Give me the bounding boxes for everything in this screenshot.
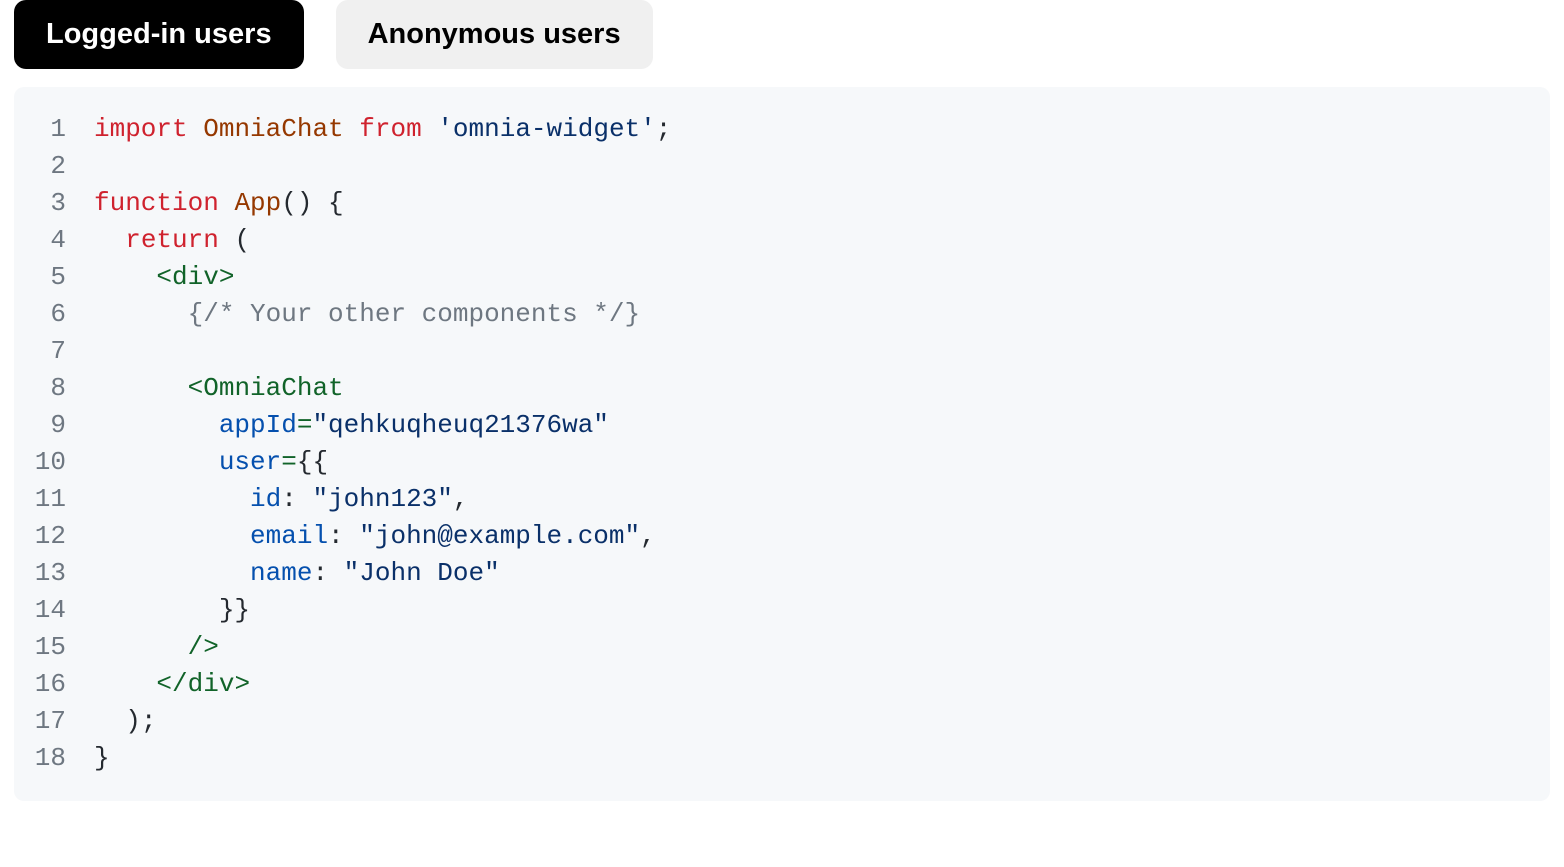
colon: : [281,484,312,514]
line-number: 18 [14,740,94,777]
equals: = [297,410,313,440]
indent [94,225,125,255]
code-line: 5 <div> [14,259,1550,296]
string-literal: "john123" [312,484,452,514]
string-literal: "John Doe" [344,558,500,588]
indent [94,373,188,403]
comma: , [453,484,469,514]
string-literal: "john@example.com" [359,521,640,551]
code-line: 6 {/* Your other components */} [14,296,1550,333]
indent [94,595,219,625]
function-name: App [234,188,281,218]
line-number: 16 [14,666,94,703]
colon: : [328,521,359,551]
code-line: 16 </div> [14,666,1550,703]
code-line: 14 }} [14,592,1550,629]
indent [94,558,250,588]
tab-anonymous-users[interactable]: Anonymous users [336,0,653,69]
punct: () { [281,188,343,218]
code-line: 9 appId="qehkuqheuq21376wa" [14,407,1550,444]
attr-name: appId [219,410,297,440]
line-number: 6 [14,296,94,333]
code-line: 13 name: "John Doe" [14,555,1550,592]
tag-close: /> [188,632,219,662]
line-number: 9 [14,407,94,444]
equals: = [281,447,297,477]
braces: }} [219,595,250,625]
braces: {{ [297,447,328,477]
component-name: OmniaChat [203,373,343,403]
tag-name: div [188,669,235,699]
string-literal: "qehkuqheuq21376wa" [312,410,608,440]
indent [94,484,250,514]
keyword-from: from [359,114,421,144]
line-number: 17 [14,703,94,740]
line-number: 8 [14,370,94,407]
colon: : [312,558,343,588]
tag-open: < [188,373,204,403]
line-number: 3 [14,185,94,222]
prop-key: name [250,558,312,588]
line-number: 7 [14,333,94,370]
code-line: 15 /> [14,629,1550,666]
punct: ; [656,114,672,144]
code-line: 18 } [14,740,1550,777]
punct: ( [219,225,250,255]
code-block: 1 import OmniaChat from 'omnia-widget'; … [14,87,1550,801]
code-line: 4 return ( [14,222,1550,259]
line-number: 10 [14,444,94,481]
indent [94,669,156,699]
indent [94,262,156,292]
code-line: 7 [14,333,1550,370]
line-number: 5 [14,259,94,296]
comma: , [640,521,656,551]
code-line: 2 [14,148,1550,185]
tag-close: > [234,669,250,699]
line-number: 1 [14,111,94,148]
indent [94,410,219,440]
tabs-row: Logged-in users Anonymous users [0,0,1564,69]
attr-name: user [219,447,281,477]
indent [94,447,219,477]
tag-open: < [156,262,172,292]
line-number: 15 [14,629,94,666]
comment: {/* Your other components */} [188,299,640,329]
keyword-import: import [94,114,188,144]
code-line: 8 <OmniaChat [14,370,1550,407]
keyword-return: return [125,225,219,255]
code-line: 12 email: "john@example.com", [14,518,1550,555]
code-line: 11 id: "john123", [14,481,1550,518]
identifier: OmniaChat [203,114,343,144]
indent [94,521,250,551]
indent [94,299,188,329]
line-number: 4 [14,222,94,259]
line-number: 14 [14,592,94,629]
tag-open: </ [156,669,187,699]
string-literal: 'omnia-widget' [437,114,655,144]
indent [94,706,125,736]
line-number: 13 [14,555,94,592]
prop-key: email [250,521,328,551]
code-line: 17 ); [14,703,1550,740]
prop-key: id [250,484,281,514]
code-line: 3 function App() { [14,185,1550,222]
tab-logged-in-users[interactable]: Logged-in users [14,0,304,69]
tag-close: > [219,262,235,292]
keyword-function: function [94,188,219,218]
tag-name: div [172,262,219,292]
code-line: 10 user={{ [14,444,1550,481]
code-line: 1 import OmniaChat from 'omnia-widget'; [14,111,1550,148]
indent [94,632,188,662]
punct: ); [125,706,156,736]
line-number: 11 [14,481,94,518]
punct: } [94,743,110,773]
line-number: 12 [14,518,94,555]
line-number: 2 [14,148,94,185]
